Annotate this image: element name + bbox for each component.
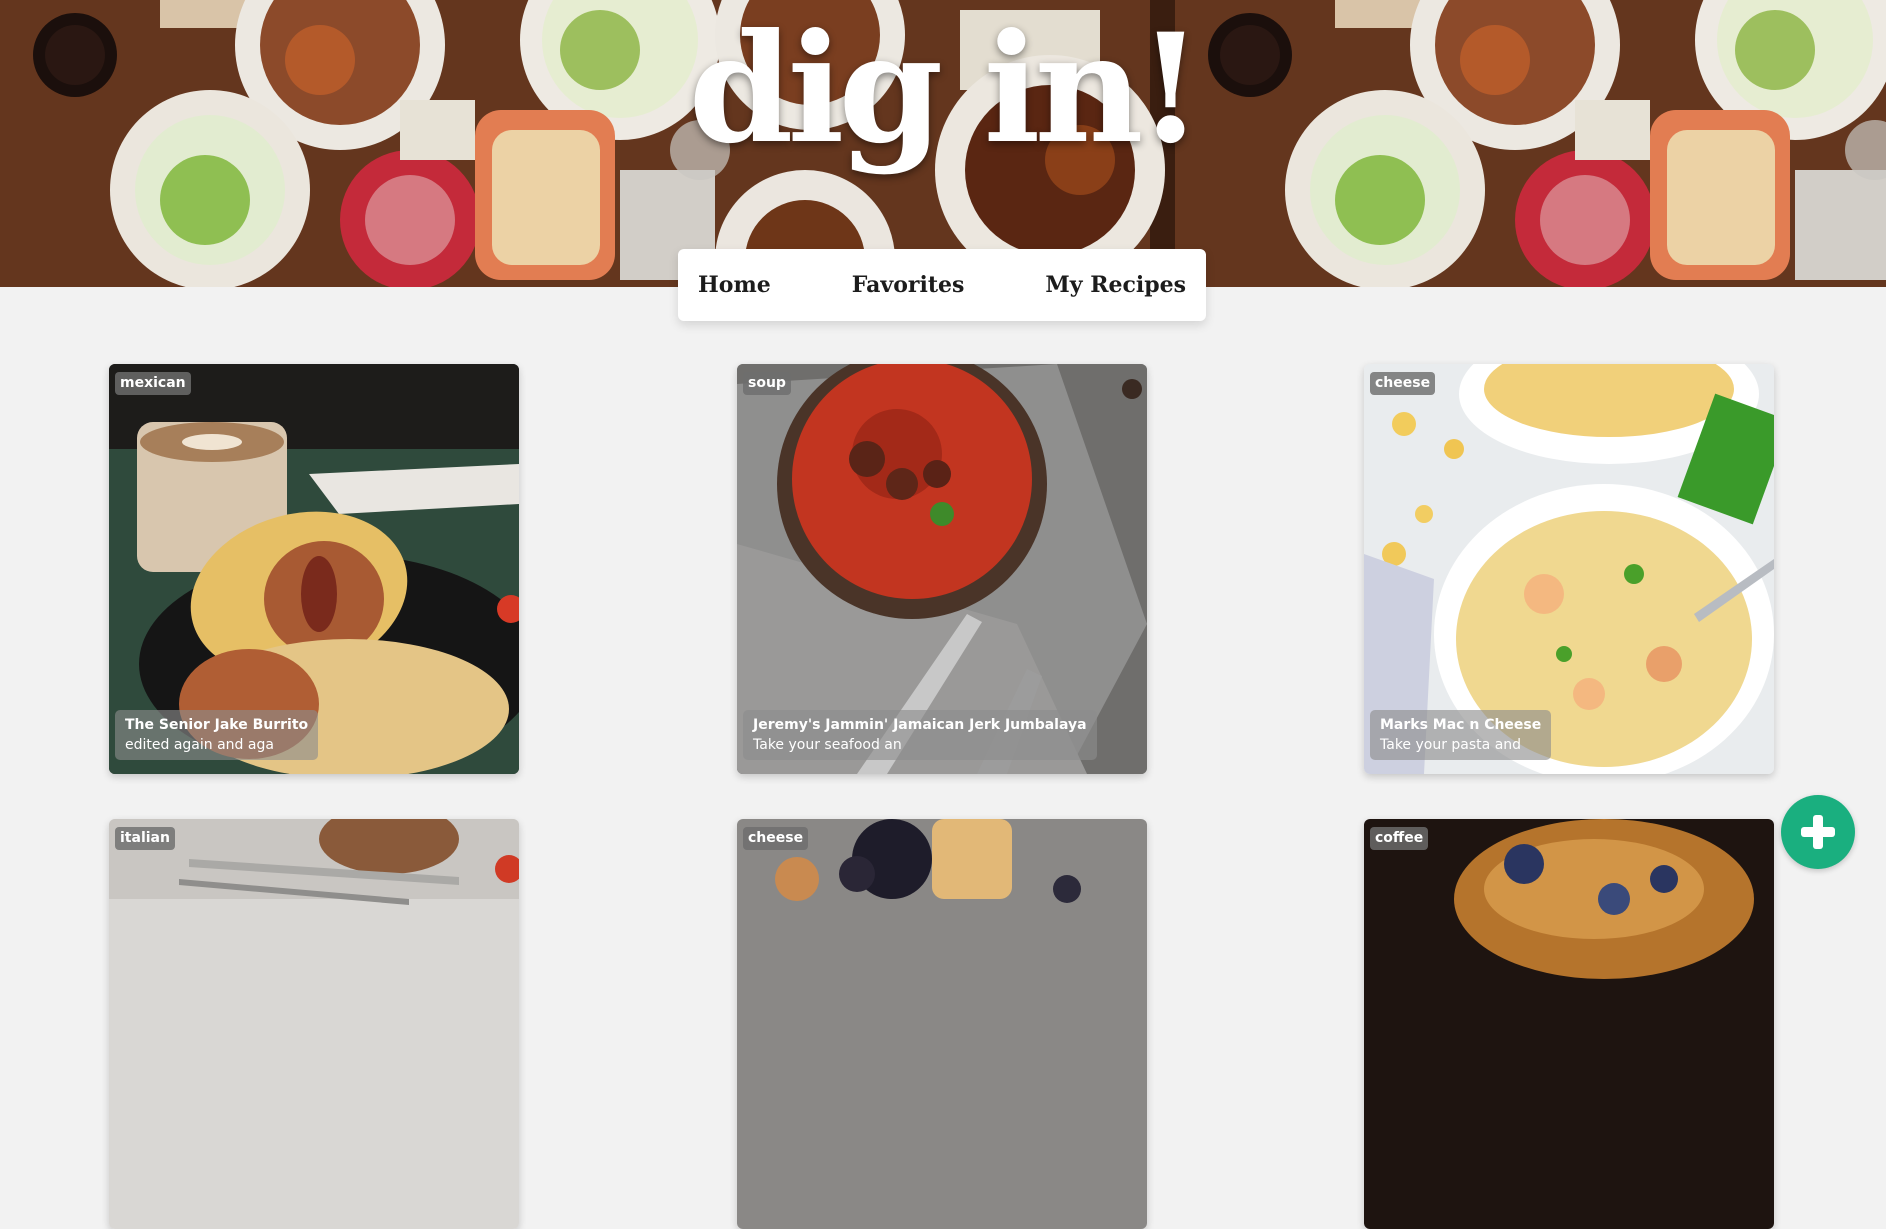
nav-home[interactable]: Home [698, 272, 771, 298]
recipe-title: The Senior Jake Burrito [125, 717, 309, 733]
category-tag: coffee [1370, 827, 1429, 850]
plus-icon [1801, 815, 1835, 849]
recipe-card[interactable]: cheese [737, 819, 1147, 1229]
category-tag: cheese [1370, 372, 1436, 395]
recipe-caption: The Senior Jake Burrito edited again and… [115, 710, 319, 760]
main-nav: Home Favorites My Recipes [678, 249, 1206, 321]
recipe-image [1364, 819, 1774, 1229]
recipe-card[interactable]: mexican The Senior Jake Burrito edited a… [109, 364, 519, 774]
site-title: dig in! [688, 1, 1204, 177]
recipe-card[interactable]: cheese Marks Mac n Cheese Take your past… [1364, 364, 1774, 774]
recipe-caption: Jeremy's Jammin' Jamaican Jerk Jumbalaya… [743, 710, 1097, 760]
category-tag: cheese [743, 827, 809, 850]
recipe-caption: Marks Mac n Cheese Take your pasta and [1370, 710, 1552, 760]
recipe-image [737, 819, 1147, 1229]
recipe-card[interactable]: soup Jeremy's Jammin' Jamaican Jerk Jumb… [737, 364, 1147, 774]
recipe-card[interactable]: italian [109, 819, 519, 1229]
category-tag: soup [743, 372, 791, 395]
recipe-title: Marks Mac n Cheese [1380, 717, 1542, 733]
recipe-image [109, 819, 519, 1229]
add-recipe-button[interactable] [1781, 795, 1855, 869]
category-tag: italian [115, 827, 175, 850]
hero-banner: dig in! [0, 0, 1886, 287]
nav-favorites[interactable]: Favorites [852, 272, 965, 298]
recipe-description: Take your pasta and [1380, 737, 1522, 753]
recipe-description: edited again and aga [125, 737, 274, 753]
recipe-card[interactable]: coffee [1364, 819, 1774, 1229]
recipe-description: Take your seafood an [753, 737, 902, 753]
nav-my-recipes[interactable]: My Recipes [1045, 272, 1186, 298]
recipe-title: Jeremy's Jammin' Jamaican Jerk Jumbalaya [753, 717, 1087, 733]
category-tag: mexican [115, 372, 191, 395]
